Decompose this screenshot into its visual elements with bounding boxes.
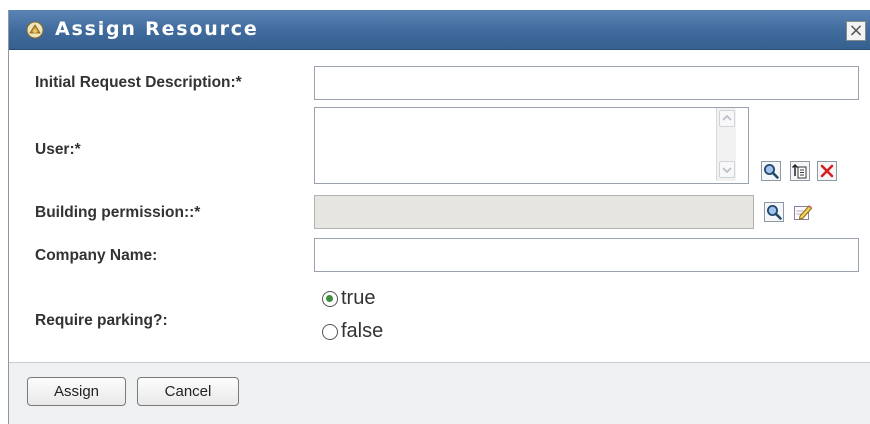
dialog-title-bar[interactable]: Assign Resource × — [9, 10, 870, 50]
clear-icon[interactable] — [817, 161, 837, 181]
radio-true[interactable]: true — [322, 287, 375, 310]
close-button[interactable]: × — [846, 21, 866, 41]
assign-button[interactable]: Assign — [27, 377, 126, 406]
search-icon[interactable] — [761, 161, 781, 181]
company-name-label: Company Name: — [35, 247, 158, 264]
initial-request-description-input[interactable] — [314, 66, 859, 100]
initial-request-description-label: Initial Request Description:* — [35, 74, 242, 91]
dialog-title: Assign Resource — [55, 18, 259, 40]
scroll-down-button[interactable] — [719, 161, 735, 178]
building-permission-label: Building permission::* — [35, 204, 201, 221]
cancel-button[interactable]: Cancel — [137, 377, 239, 406]
user-field-wrap — [314, 107, 749, 184]
require-parking-label: Require parking?: — [35, 312, 168, 329]
assign-resource-dialog: Assign Resource × Initial Request Descri… — [8, 10, 870, 424]
scroll-up-button[interactable] — [719, 110, 735, 127]
history-icon[interactable] — [790, 161, 810, 181]
user-label: User:* — [35, 141, 81, 158]
radio-false-label: false — [341, 320, 384, 342]
user-textarea[interactable] — [314, 107, 749, 184]
radio-button-false[interactable] — [322, 323, 338, 340]
dialog-footer: Assign Cancel — [9, 362, 870, 424]
resource-icon — [26, 21, 44, 39]
edit-icon[interactable] — [793, 202, 813, 222]
radio-true-label: true — [341, 287, 376, 309]
radio-button-true[interactable] — [322, 290, 338, 307]
search-icon[interactable] — [764, 202, 784, 222]
radio-false[interactable]: false — [322, 320, 383, 343]
user-scrollbar[interactable] — [716, 108, 736, 181]
building-permission-input[interactable] — [314, 195, 754, 229]
company-name-input[interactable] — [314, 238, 859, 272]
